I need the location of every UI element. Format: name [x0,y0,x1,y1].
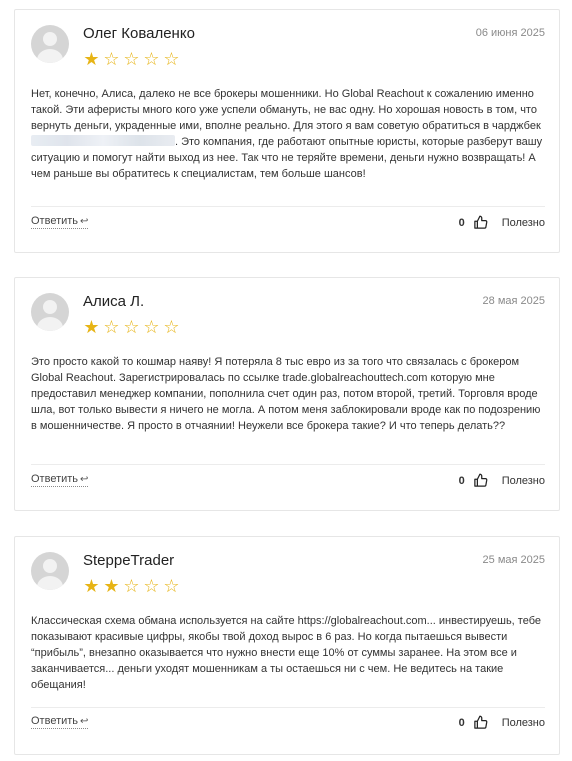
reply-arrow-icon: ↩ [80,216,89,227]
star-outline-icon: ☆ [143,317,161,338]
avatar [31,552,69,590]
redacted-link [31,135,175,146]
review-text: Классическая схема обмана используется н… [31,615,542,691]
divider [31,206,545,207]
star-outline-icon: ☆ [163,49,181,70]
star-outline-icon: ☆ [103,317,121,338]
review-author: SteppeTrader [83,552,175,569]
avatar [31,293,69,331]
reply-button[interactable]: Ответить ↩ [31,715,89,729]
thumbs-up-icon[interactable] [473,715,488,730]
star-filled-icon: ★ [83,317,101,338]
review-actions: 0 Полезно [459,215,545,230]
review-text: Нет, конечно, Алиса, далеко не все броке… [31,88,543,180]
rating-stars: ★ ★ ☆ ☆ ☆ [82,577,182,597]
star-outline-icon: ☆ [143,576,161,597]
review-date: 06 июня 2025 [475,27,545,39]
useful-button[interactable]: Полезно [502,217,545,229]
divider [31,707,545,708]
like-count: 0 [458,716,465,729]
reply-button[interactable]: Ответить ↩ [31,215,89,229]
review-date: 28 мая 2025 [482,295,545,307]
review-card: Олег Коваленко 06 июня 2025 ★ ☆ ☆ ☆ ☆ Нет, к… [14,9,560,253]
rating-stars: ★ ☆ ☆ ☆ ☆ [82,318,182,338]
review-author: Олег Коваленко [83,25,195,42]
star-filled-icon: ★ [103,576,121,597]
review-text: Это просто какой то кошмар наяву! Я поте… [31,356,541,432]
review-date: 25 мая 2025 [482,554,545,566]
reply-button[interactable]: Ответить ↩ [31,473,89,487]
star-outline-icon: ☆ [163,317,181,338]
review-actions: 0 Полезно [459,715,545,730]
thumbs-up-icon[interactable] [473,215,488,230]
review-actions: 0 Полезно [459,473,545,488]
useful-button[interactable]: Полезно [502,475,545,487]
review-author: Алиса Л. [83,293,145,310]
star-outline-icon: ☆ [163,576,181,597]
star-outline-icon: ☆ [143,49,161,70]
star-outline-icon: ☆ [103,49,121,70]
star-filled-icon: ★ [83,49,101,70]
star-outline-icon: ☆ [123,49,141,70]
useful-button[interactable]: Полезно [502,717,545,729]
like-count: 0 [458,216,465,229]
reply-arrow-icon: ↩ [80,474,89,485]
rating-stars: ★ ☆ ☆ ☆ ☆ [82,50,182,70]
like-count: 0 [458,474,465,487]
thumbs-up-icon[interactable] [473,473,488,488]
star-outline-icon: ☆ [123,576,141,597]
avatar [31,25,69,63]
divider [31,464,545,465]
review-card: SteppeTrader 25 мая 2025 ★ ★ ☆ ☆ ☆ Классичес… [14,536,560,755]
star-filled-icon: ★ [83,576,101,597]
review-card: Алиса Л. 28 мая 2025 ★ ☆ ☆ ☆ ☆ Это просто ка… [14,277,560,511]
reply-arrow-icon: ↩ [80,716,89,727]
star-outline-icon: ☆ [123,317,141,338]
